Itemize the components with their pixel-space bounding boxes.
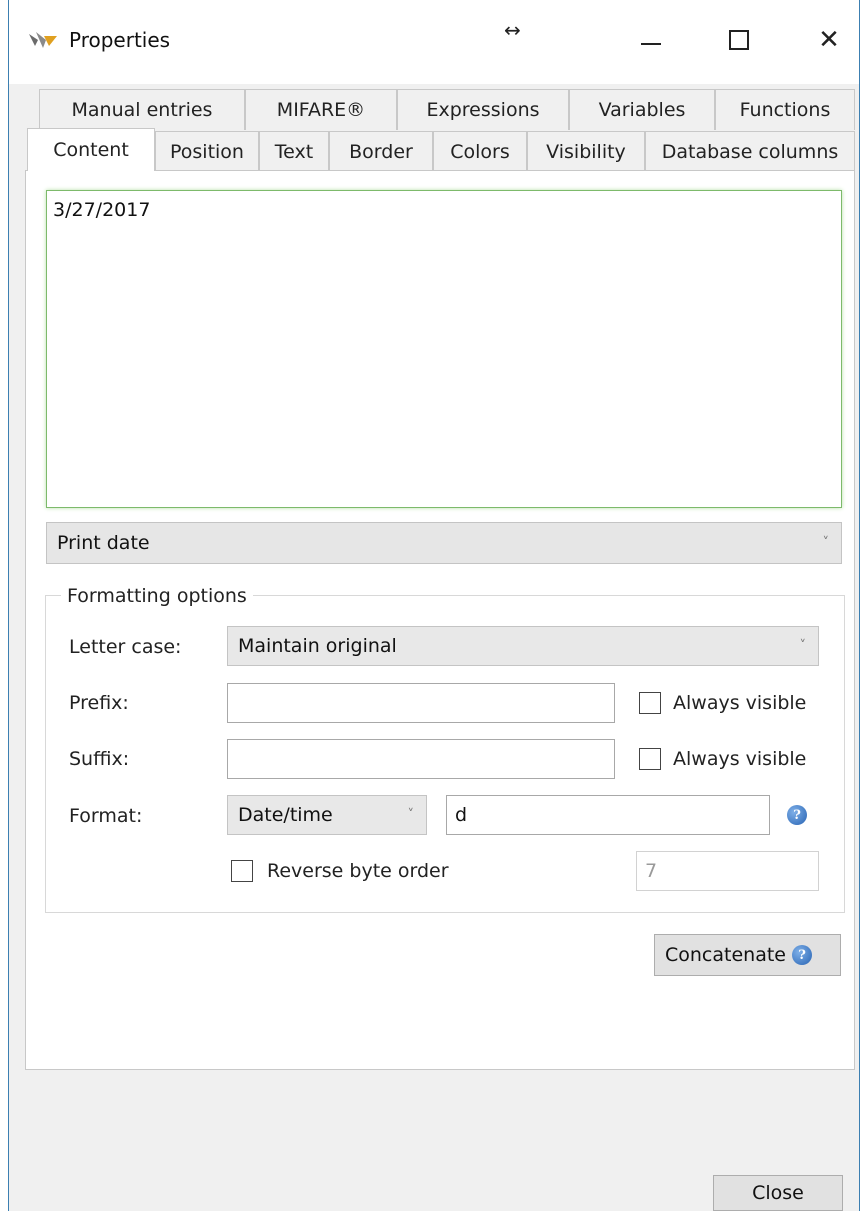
close-window-button[interactable]: ✕ bbox=[799, 18, 859, 62]
window-title: Properties bbox=[69, 28, 171, 52]
format-type-value: Date/time bbox=[238, 804, 333, 826]
minimize-icon bbox=[641, 43, 661, 45]
close-button[interactable]: Close bbox=[713, 1175, 843, 1211]
concatenate-button[interactable]: Concatenate ? bbox=[654, 934, 841, 976]
suffix-always-visible-label: Always visible bbox=[673, 748, 807, 770]
tab-border[interactable]: Border bbox=[329, 131, 433, 171]
byte-count-input: 7 bbox=[636, 851, 819, 891]
format-label: Format: bbox=[69, 805, 143, 827]
tab-colors[interactable]: Colors bbox=[433, 131, 527, 171]
content-source-select[interactable]: Print date ˅ bbox=[46, 522, 842, 564]
tab-database-columns[interactable]: Database columns bbox=[645, 131, 855, 171]
content-source-value: Print date bbox=[57, 532, 150, 554]
tab-content[interactable]: Content bbox=[27, 128, 155, 171]
reverse-byte-order-label: Reverse byte order bbox=[267, 860, 449, 882]
tab-manual-entries[interactable]: Manual entries bbox=[39, 89, 245, 130]
formatting-options-legend: Formatting options bbox=[61, 585, 253, 607]
tab-text[interactable]: Text bbox=[259, 131, 329, 171]
help-icon: ? bbox=[792, 945, 812, 965]
resize-horizontal-icon: ↔ bbox=[504, 18, 521, 42]
tab-variables[interactable]: Variables bbox=[569, 89, 715, 130]
tab-visibility[interactable]: Visibility bbox=[527, 131, 645, 171]
tab-position[interactable]: Position bbox=[155, 131, 259, 171]
prefix-label: Prefix: bbox=[69, 692, 129, 714]
suffix-always-visible-checkbox[interactable] bbox=[639, 748, 661, 770]
letter-case-select[interactable]: Maintain original ˅ bbox=[227, 626, 819, 666]
suffix-input[interactable] bbox=[227, 739, 615, 779]
prefix-always-visible-label: Always visible bbox=[673, 692, 807, 714]
close-icon: ✕ bbox=[818, 25, 840, 55]
app-logo-icon bbox=[29, 32, 57, 48]
format-input[interactable]: d bbox=[446, 795, 770, 835]
chevron-down-icon: ˅ bbox=[407, 807, 415, 823]
maximize-button[interactable] bbox=[709, 18, 769, 62]
reverse-byte-order-checkbox[interactable] bbox=[231, 860, 253, 882]
format-type-select[interactable]: Date/time ˅ bbox=[227, 795, 427, 835]
letter-case-label: Letter case: bbox=[69, 636, 182, 658]
minimize-button[interactable] bbox=[621, 18, 681, 62]
prefix-always-visible-checkbox[interactable] bbox=[639, 692, 661, 714]
suffix-label: Suffix: bbox=[69, 748, 130, 770]
properties-window: Properties ↔ ✕ Manual entries MIFARE® Ex… bbox=[8, 0, 860, 1211]
tab-mifare[interactable]: MIFARE® bbox=[245, 89, 397, 130]
title-bar: Properties ↔ ✕ bbox=[9, 0, 859, 84]
maximize-icon bbox=[729, 30, 749, 50]
content-textarea[interactable]: 3/27/2017 bbox=[46, 190, 842, 508]
help-icon[interactable]: ? bbox=[787, 805, 807, 825]
chevron-down-icon: ˅ bbox=[822, 535, 830, 551]
tab-expressions[interactable]: Expressions bbox=[397, 89, 569, 130]
letter-case-value: Maintain original bbox=[238, 635, 397, 657]
content-text: 3/27/2017 bbox=[53, 199, 151, 221]
prefix-input[interactable] bbox=[227, 683, 615, 723]
tab-functions[interactable]: Functions bbox=[715, 89, 855, 130]
chevron-down-icon: ˅ bbox=[799, 638, 807, 654]
